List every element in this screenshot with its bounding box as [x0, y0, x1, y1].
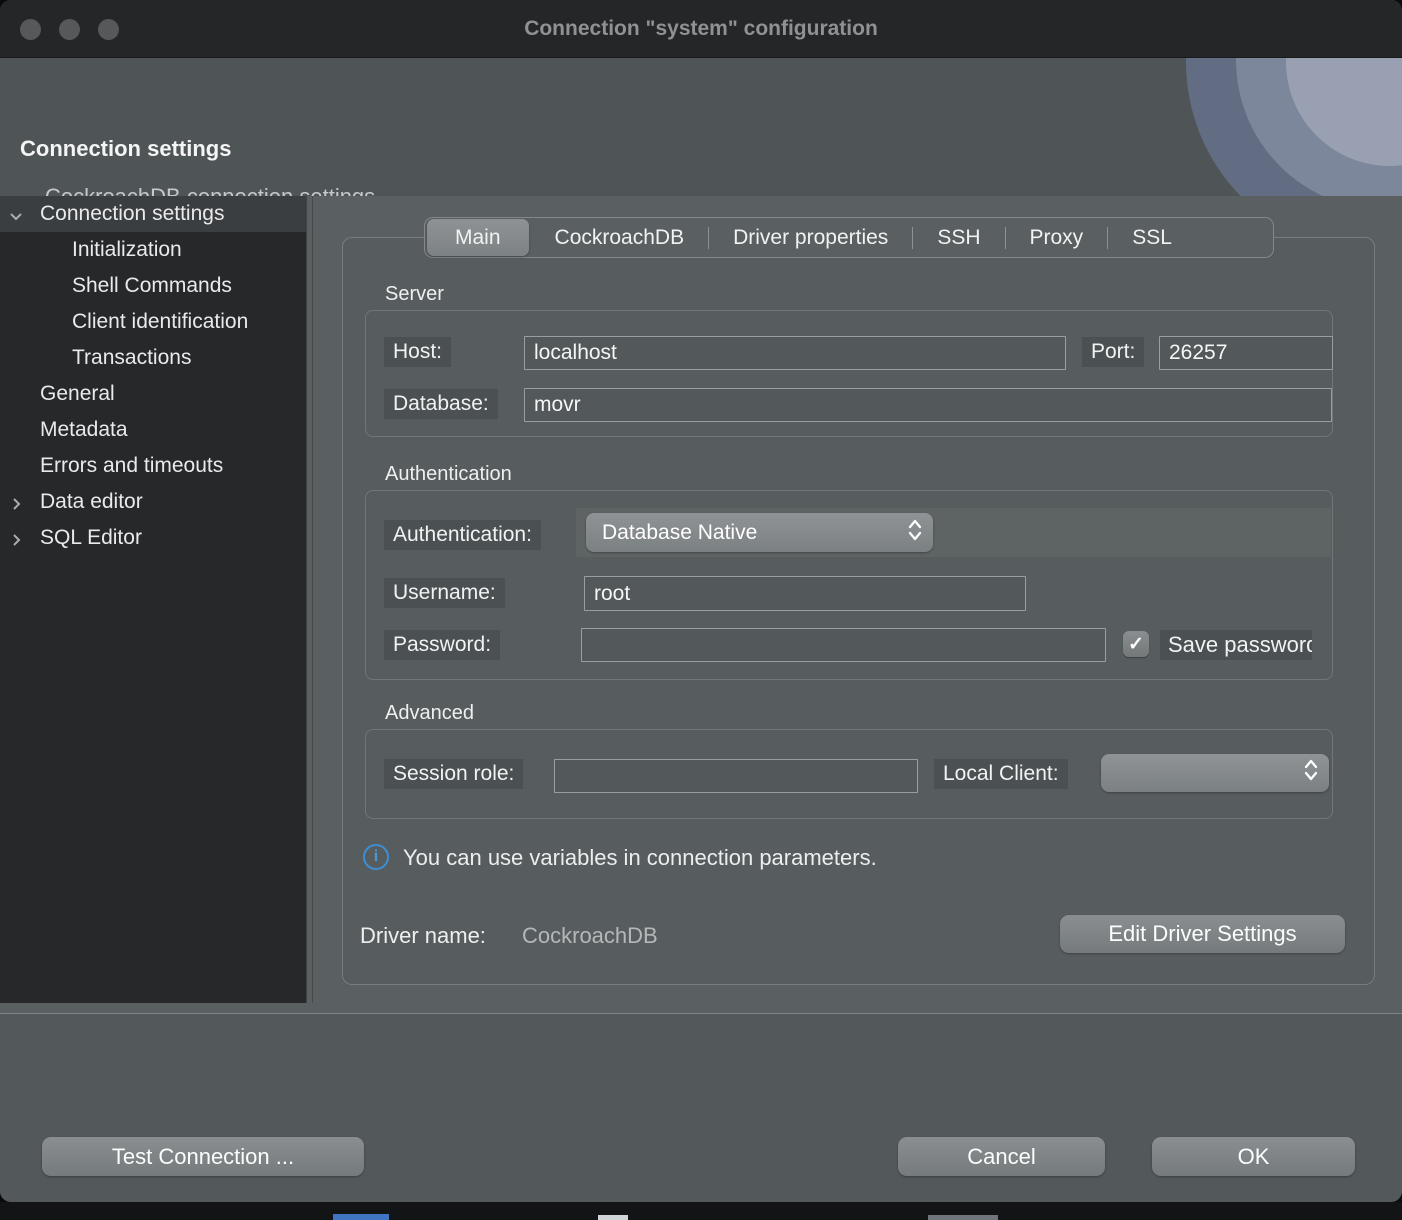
server-group-legend: Server	[385, 283, 444, 306]
password-input[interactable]	[581, 628, 1106, 662]
sidebar-item-general[interactable]: General	[0, 376, 306, 412]
sidebar-item-label: Initialization	[72, 238, 182, 262]
info-icon: i	[363, 844, 389, 870]
local-client-label: Local Client:	[934, 759, 1068, 789]
tab-ssh[interactable]: SSH	[913, 217, 1004, 258]
chevron-right-icon[interactable]	[8, 530, 24, 546]
session-role-input[interactable]	[554, 759, 918, 793]
sidebar-item-errors-and-timeouts[interactable]: Errors and timeouts	[0, 448, 306, 484]
sidebar-item-label: Transactions	[72, 346, 191, 370]
port-label: Port:	[1082, 337, 1144, 367]
sidebar-item-sql-editor[interactable]: SQL Editor	[0, 520, 306, 556]
local-client-select[interactable]	[1101, 754, 1329, 792]
sidebar-item-connection-settings[interactable]: Connection settings	[0, 196, 306, 232]
tab-cockroachdb[interactable]: CockroachDB	[531, 217, 709, 258]
save-password-label: Save password	[1160, 630, 1312, 660]
tab-main[interactable]: Main	[427, 219, 529, 256]
test-connection-button[interactable]: Test Connection ...	[42, 1137, 364, 1176]
sidebar-item-shell-commands[interactable]: Shell Commands	[0, 268, 306, 304]
advanced-group-legend: Advanced	[385, 702, 474, 725]
sidebar-item-label: Connection settings	[40, 202, 224, 226]
tab-proxy[interactable]: Proxy	[1006, 217, 1108, 258]
authentication-select-value: Database Native	[602, 521, 757, 545]
settings-tree: Connection settings Initialization Shell…	[0, 196, 307, 1003]
tab-driver-properties[interactable]: Driver properties	[709, 217, 912, 258]
host-label: Host:	[384, 337, 451, 367]
connection-dialog-window: Connection "system" configuration Connec…	[0, 0, 1402, 1202]
sidebar-item-label: Metadata	[40, 418, 128, 442]
dialog-footer: Test Connection ... Cancel OK	[0, 1013, 1402, 1202]
titlebar: Connection "system" configuration	[0, 0, 1402, 58]
save-password-label-clip: Save password	[1160, 630, 1312, 660]
window-title: Connection "system" configuration	[0, 0, 1402, 58]
updown-chevrons-icon	[907, 517, 923, 549]
port-input[interactable]	[1159, 336, 1333, 370]
desktop-peek-fragment	[598, 1215, 628, 1220]
chevron-right-icon[interactable]	[8, 494, 24, 510]
sidebar-item-data-editor[interactable]: Data editor	[0, 484, 306, 520]
edit-driver-settings-button[interactable]: Edit Driver Settings	[1060, 915, 1345, 953]
sidebar-item-transactions[interactable]: Transactions	[0, 340, 306, 376]
sidebar-item-client-identification[interactable]: Client identification	[0, 304, 306, 340]
host-input[interactable]	[524, 336, 1066, 370]
page-title: Connection settings	[20, 136, 231, 162]
sidebar-item-initialization[interactable]: Initialization	[0, 232, 306, 268]
database-input[interactable]	[524, 388, 1332, 422]
advanced-group: Session role: Local Client:	[365, 729, 1333, 819]
session-role-label: Session role:	[384, 759, 523, 789]
dialog-header: Connection settings CockroachDB connecti…	[0, 58, 1402, 196]
driver-name-value: CockroachDB	[522, 923, 658, 949]
page-subtitle: CockroachDB connection settings	[45, 184, 375, 196]
sidebar-item-label: Client identification	[72, 310, 248, 334]
sidebar-item-label: General	[40, 382, 115, 406]
sidebar-item-metadata[interactable]: Metadata	[0, 412, 306, 448]
sidebar-content-divider	[312, 196, 313, 1003]
username-input[interactable]	[584, 576, 1026, 611]
updown-chevrons-icon	[1303, 757, 1319, 789]
cancel-button[interactable]: Cancel	[898, 1137, 1105, 1176]
username-label: Username:	[384, 578, 505, 608]
info-icon-glyph: i	[374, 848, 378, 866]
sidebar-item-label: Data editor	[40, 490, 143, 514]
authentication-group-legend: Authentication	[385, 463, 512, 486]
driver-name-label: Driver name:	[360, 923, 486, 949]
sidebar-item-label: SQL Editor	[40, 526, 142, 550]
authentication-group: Authentication: Database Native Username…	[365, 490, 1333, 680]
password-label: Password:	[384, 630, 500, 660]
tab-ssl[interactable]: SSL	[1108, 217, 1196, 258]
authentication-select[interactable]: Database Native	[586, 513, 933, 552]
desktop-peek-strip	[0, 1202, 1402, 1220]
main-content: Main CockroachDB Driver properties SSH P…	[307, 196, 1402, 1013]
desktop-peek-fragment	[928, 1215, 998, 1220]
checkmark-icon: ✓	[1128, 633, 1144, 656]
server-group: Host: Port: Database:	[365, 310, 1333, 437]
save-password-checkbox[interactable]: ✓	[1123, 631, 1149, 657]
ok-button[interactable]: OK	[1152, 1137, 1355, 1176]
sidebar-item-label: Shell Commands	[72, 274, 232, 298]
desktop-peek-fragment	[333, 1214, 389, 1220]
info-message: You can use variables in connection para…	[403, 845, 877, 871]
database-label: Database:	[384, 389, 498, 419]
sidebar-item-label: Errors and timeouts	[40, 454, 223, 478]
tab-bar: Main CockroachDB Driver properties SSH P…	[424, 217, 1274, 258]
chevron-down-icon[interactable]	[8, 206, 24, 222]
authentication-label: Authentication:	[384, 520, 541, 550]
